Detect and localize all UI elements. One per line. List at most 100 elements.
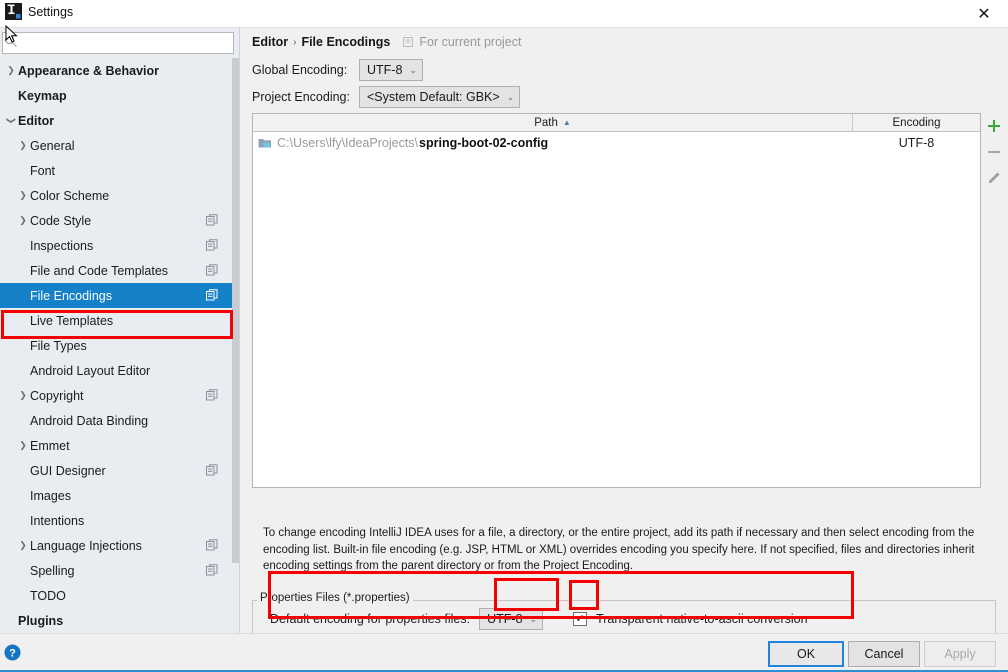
checkmark-icon: ✓ [575,612,585,625]
chevron-down-icon: ⌄ [409,64,417,75]
close-button[interactable]: ✕ [964,0,1004,27]
sidebar-item-label: File Types [30,338,87,353]
chevron-right-icon: ❯ [19,390,27,400]
sidebar-item-copyright[interactable]: ❯ Copyright [0,383,232,408]
sidebar-item-label: Copyright [30,388,84,403]
sidebar-item-spelling[interactable]: Spelling [0,558,232,583]
add-path-button[interactable] [981,113,1007,139]
cell-path-name: spring-boot-02-config [419,135,549,150]
sidebar-item-label: TODO [30,588,66,603]
project-encoding-select[interactable]: <System Default: GBK> ⌄ [359,86,521,108]
sidebar-item-android-data-binding[interactable]: Android Data Binding [0,408,232,433]
table-body: C:\Users\lfy\IdeaProjects\ spring-boot-02… [253,132,980,153]
ok-button[interactable]: OK [768,641,844,667]
sidebar-item-general[interactable]: ❯ General [0,133,232,158]
sidebar-item-label: General [30,138,75,153]
table-row[interactable]: C:\Users\lfy\IdeaProjects\ spring-boot-02… [253,132,980,153]
properties-encoding-select[interactable]: UTF-8 ⌄ [479,608,544,630]
column-header-path[interactable]: Path ▲ [253,114,853,131]
sidebar-item-android-layout-editor[interactable]: Android Layout Editor [0,358,232,383]
group-title: Properties Files (*.properties) [257,592,413,604]
table-toolbar [981,113,1008,488]
project-scope-badge-icon [206,239,218,251]
description-text: To change encoding IntelliJ IDEA uses fo… [263,527,975,572]
breadcrumb: Editor › File Encodings For current proj… [252,35,521,49]
sidebar-item-code-style[interactable]: ❯ Code Style [0,208,232,233]
minus-icon [988,151,1000,153]
main-panel: Editor › File Encodings For current proj… [240,28,1008,638]
column-header-encoding[interactable]: Encoding [853,114,980,131]
project-scope-badge-icon [206,464,218,476]
default-encoding-label: Default encoding for properties files: [270,612,471,626]
properties-encoding-value: UTF-8 [487,612,523,626]
apply-button[interactable]: Apply [924,641,996,667]
svg-text:?: ? [9,648,16,660]
search-input[interactable] [2,32,234,54]
sidebar-item-file-encodings[interactable]: File Encodings [0,283,232,308]
sidebar-item-label: Appearance & Behavior [18,63,160,78]
dialog-footer: ? OK Cancel Apply [0,633,1008,672]
cell-encoding[interactable]: UTF-8 [853,136,980,150]
sidebar-item-label: Images [30,488,71,503]
breadcrumb-current: File Encodings [301,35,391,49]
title-bar: Settings ✕ [0,0,1008,28]
sidebar-item-label: Editor [18,113,55,128]
sidebar-item-label: Emmet [30,438,70,453]
project-encoding-value: <System Default: GBK> [367,90,500,104]
group-content: Default encoding for properties files: U… [270,608,808,630]
remove-path-button[interactable] [981,139,1007,165]
sidebar-item-todo[interactable]: TODO [0,583,232,608]
settings-dialog: Settings ✕ ❯ Appearance & Behavior Keymap ❯… [0,0,1008,672]
scope-label: For current project [419,35,522,49]
window-title: Settings [28,5,74,19]
sidebar-item-file-and-code-templates[interactable]: File and Code Templates [0,258,232,283]
project-encoding-row: Project Encoding: <System Default: GBK> … [252,86,521,108]
sidebar-item-label: Live Templates [30,313,114,328]
global-encoding-select[interactable]: UTF-8 ⌄ [359,59,423,81]
table-header-row: Path ▲ Encoding [253,114,980,132]
sidebar-item-color-scheme[interactable]: ❯ Color Scheme [0,183,232,208]
sidebar-item-gui-designer[interactable]: GUI Designer [0,458,232,483]
settings-sidebar: ❯ Appearance & Behavior Keymap ❯ Editor ❯ Gene… [0,28,240,633]
encodings-table: Path ▲ Encoding C:\Users\lfy\IdeaProject… [252,113,981,488]
transparent-conversion-checkbox[interactable]: ✓ [573,612,588,626]
cancel-button[interactable]: Cancel [848,641,920,667]
global-encoding-row: Global Encoding: UTF-8 ⌄ [252,59,423,81]
project-scope-badge-icon [206,264,218,276]
cell-path: C:\Users\lfy\IdeaProjects\ spring-boot-02… [253,136,853,150]
settings-tree[interactable]: ❯ Appearance & Behavior Keymap ❯ Editor ❯ Gene… [0,58,232,633]
chevron-right-icon: ❯ [7,65,15,75]
sidebar-item-images[interactable]: Images [0,483,232,508]
sidebar-item-file-types[interactable]: File Types [0,333,232,358]
sidebar-item-label: Intentions [30,513,85,528]
sidebar-item-keymap[interactable]: Keymap [0,83,232,108]
project-scope-badge-icon [206,214,218,226]
chevron-right-icon: ❯ [19,190,27,200]
chevron-right-icon: ❯ [19,440,27,450]
chevron-down-icon: ❯ [6,116,17,125]
sidebar-item-editor[interactable]: ❯ Editor [0,108,232,133]
help-icon[interactable]: ? [4,644,21,661]
column-header-encoding-label: Encoding [892,116,941,129]
project-scope-badge-icon [206,539,218,551]
edit-path-button[interactable] [981,165,1007,191]
sidebar-item-inspections[interactable]: Inspections [0,233,232,258]
sidebar-item-emmet[interactable]: ❯ Emmet [0,433,232,458]
sidebar-item-label: GUI Designer [30,463,106,478]
sidebar-item-font[interactable]: Font [0,158,232,183]
chevron-right-icon: ❯ [19,215,27,225]
column-header-path-label: Path [534,116,558,129]
chevron-down-icon: ⌄ [529,613,538,624]
sidebar-item-label: Plugins [18,613,64,628]
sidebar-item-live-templates[interactable]: Live Templates [0,308,232,333]
sort-ascending-icon: ▲ [562,118,571,127]
sidebar-item-plugins[interactable]: Plugins [0,608,232,633]
project-scope-icon [403,37,414,47]
sidebar-item-label: Inspections [30,238,94,253]
sidebar-item-appearance-behavior[interactable]: ❯ Appearance & Behavior [0,58,232,83]
sidebar-item-label: Android Data Binding [30,413,149,428]
breadcrumb-parent[interactable]: Editor [252,35,288,49]
sidebar-item-language-injections[interactable]: ❯ Language Injections [0,533,232,558]
sidebar-item-intentions[interactable]: Intentions [0,508,232,533]
project-encoding-label: Project Encoding: [252,90,350,104]
